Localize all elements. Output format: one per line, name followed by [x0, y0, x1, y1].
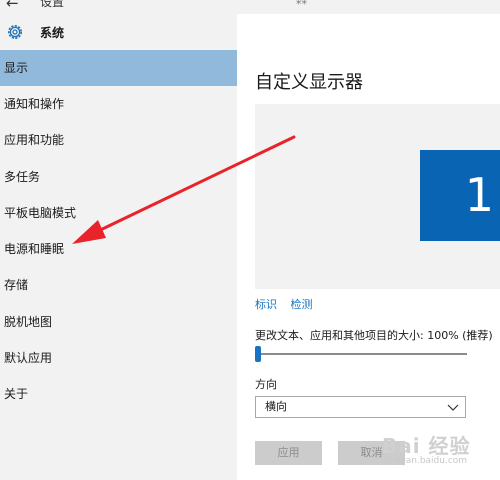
orientation-select[interactable]: 横向: [255, 396, 466, 418]
window-title: 设置: [40, 0, 65, 9]
sidebar-item-label: 默认应用: [4, 351, 53, 365]
sidebar-item-about[interactable]: 关于: [0, 376, 237, 412]
scale-slider[interactable]: [255, 353, 467, 355]
sidebar-item-tablet-mode[interactable]: 平板电脑模式: [0, 195, 237, 231]
sidebar-item-default-apps[interactable]: 默认应用: [0, 340, 237, 376]
title-bar: ← 设置 ⁂: [0, 0, 500, 14]
sidebar-item-apps[interactable]: 应用和功能: [0, 122, 237, 158]
watermark: Bai 经验 jingyan.baidu.com: [382, 428, 498, 472]
sidebar: 系统 显示 通知和操作 应用和功能 多任务 平板电脑模式 电源和睡眠 存储 脱机…: [0, 14, 237, 480]
sidebar-item-storage[interactable]: 存储: [0, 267, 237, 303]
title-bar-mark: ⁂: [296, 0, 307, 7]
sidebar-header-label: 系统: [40, 26, 65, 40]
monitor-tile[interactable]: 1: [420, 150, 500, 241]
sidebar-item-label: 显示: [4, 61, 29, 75]
sidebar-item-multitasking[interactable]: 多任务: [0, 159, 237, 195]
sidebar-item-power-sleep[interactable]: 电源和睡眠: [0, 231, 237, 267]
sidebar-item-label: 存储: [4, 278, 29, 292]
back-arrow-icon[interactable]: ←: [6, 0, 19, 12]
scale-slider-thumb[interactable]: [255, 346, 261, 362]
display-links: 标识 检测: [255, 296, 323, 312]
sidebar-item-label: 通知和操作: [4, 97, 65, 111]
sidebar-item-notifications[interactable]: 通知和操作: [0, 86, 237, 122]
apply-button[interactable]: 应用: [255, 441, 322, 465]
identify-link[interactable]: 标识: [255, 298, 277, 311]
sidebar-item-label: 平板电脑模式: [4, 206, 77, 220]
orientation-value: 横向: [265, 400, 287, 413]
detect-link[interactable]: 检测: [291, 298, 313, 311]
chevron-down-icon: [447, 404, 459, 411]
gear-icon: [8, 25, 22, 39]
sidebar-item-label: 电源和睡眠: [4, 242, 65, 256]
sidebar-item-label: 脱机地图: [4, 315, 53, 329]
sidebar-item-label: 应用和功能: [4, 133, 65, 147]
monitor-number: 1: [464, 168, 494, 222]
watermark-logo: Bai 经验: [382, 434, 471, 458]
orientation-label: 方向: [255, 378, 277, 391]
watermark-url: jingyan.baidu.com: [384, 456, 468, 466]
sidebar-header: 系统: [0, 14, 237, 50]
display-preview: 1: [255, 104, 500, 289]
sidebar-item-display[interactable]: 显示: [0, 50, 237, 86]
main-pane: 自定义显示器 1 标识 检测 更改文本、应用和其他项目的大小: 100% (推荐…: [237, 14, 500, 480]
page-title: 自定义显示器: [255, 72, 363, 93]
sidebar-item-offline-maps[interactable]: 脱机地图: [0, 304, 237, 340]
scale-label: 更改文本、应用和其他项目的大小: 100% (推荐): [255, 329, 493, 342]
sidebar-item-label: 多任务: [4, 170, 41, 184]
sidebar-item-label: 关于: [4, 387, 29, 401]
